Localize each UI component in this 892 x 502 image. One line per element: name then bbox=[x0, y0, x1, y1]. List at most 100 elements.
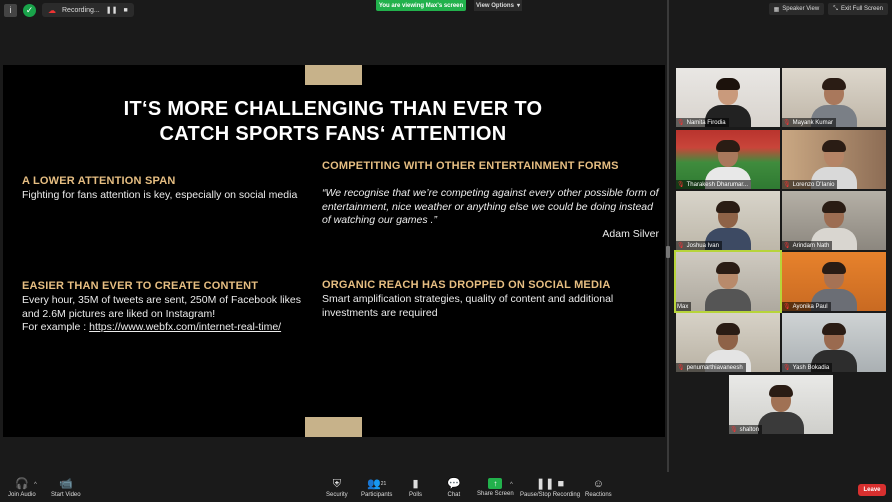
join-audio-label: Join Audio bbox=[8, 492, 36, 498]
webfx-link[interactable]: https://www.webfx.com/internet-real-time… bbox=[89, 321, 281, 333]
polls-label: Polls bbox=[409, 492, 423, 498]
mic-muted-icon: 🎙 bbox=[783, 304, 791, 310]
block2-author: Adam Silver bbox=[602, 228, 659, 240]
participant-name: Mayank Kumar bbox=[792, 119, 833, 126]
participant-video bbox=[703, 262, 753, 311]
video-tile[interactable]: 🎙 Mayank Kumar bbox=[782, 68, 886, 127]
recording-indicator: ☁ Recording... ❚❚ ■ bbox=[42, 3, 134, 17]
slide-title-line1: IT‘S MORE CHALLENGING THAN EVER TO bbox=[123, 98, 543, 120]
participant-name: Joshua Ivan bbox=[686, 242, 719, 249]
block3-body-line1: Every hour, 35M of tweets are sent, 250M… bbox=[22, 294, 301, 306]
video-tile[interactable]: 🎙 Ayonika Paul bbox=[782, 252, 886, 311]
mic-muted-icon: 🎙 bbox=[730, 427, 738, 433]
slide-title-line2: CATCH SPORTS FANS‘ ATTENTION bbox=[159, 123, 507, 145]
headphones-icon: 🎧 bbox=[15, 478, 29, 490]
participants-icon: 👥 21 bbox=[367, 478, 387, 490]
block1-heading: A LOWER ATTENTION SPAN bbox=[22, 175, 176, 187]
participant-name: Ayonika Paul bbox=[792, 303, 828, 310]
share-screen-button[interactable]: ↑ Share Screen bbox=[477, 478, 514, 497]
stop-recording-icon[interactable]: ■ bbox=[123, 7, 127, 14]
polls-button[interactable]: ▮ Polls bbox=[409, 478, 422, 498]
participant-name: Namita Firodia bbox=[686, 119, 726, 126]
video-tile[interactable]: 🎙 Yash Bokadia bbox=[782, 313, 886, 372]
start-video-button[interactable]: 📹 Start Video bbox=[51, 478, 81, 498]
video-tile[interactable]: 🎙 shalton bbox=[729, 375, 833, 434]
block1-body: Fighting for fans attention is key, espe… bbox=[22, 189, 298, 201]
shield-icon: ⛨ bbox=[332, 478, 341, 490]
pause-recording-icon[interactable]: ❚❚ bbox=[106, 6, 118, 14]
participant-name: Lorenzo D'Ianio bbox=[792, 181, 835, 188]
info-icon[interactable]: i bbox=[4, 3, 17, 17]
slide-title: IT‘S MORE CHALLENGING THAN EVER TO CATCH… bbox=[63, 97, 603, 147]
mic-muted-icon: 🎙 bbox=[677, 120, 685, 126]
slide-bottom-tab bbox=[305, 417, 362, 437]
participant-name: Arindam Nath bbox=[792, 242, 830, 249]
mic-muted-icon: 🎙 bbox=[783, 182, 791, 188]
participants-label: Participants bbox=[361, 492, 393, 498]
view-options-label: View Options bbox=[476, 2, 514, 9]
chevron-down-icon: ▾ bbox=[516, 3, 520, 9]
block3-body-line2: and 2.6M pictures are liked on Instagram… bbox=[22, 307, 216, 320]
top-left-controls: i ✓ ☁ Recording... ❚❚ ■ bbox=[4, 3, 134, 17]
block3-body: Every hour, 35M of tweets are sent, 250M… bbox=[22, 294, 322, 335]
video-off-icon: 📹 bbox=[58, 478, 73, 490]
video-tile[interactable]: 🎙 Lorenzo D'Ianio bbox=[782, 130, 886, 189]
participant-name: Max bbox=[677, 303, 689, 310]
participant-name: shalton bbox=[739, 426, 759, 433]
speaker-view-button[interactable]: ▦ Speaker View bbox=[768, 3, 825, 15]
start-video-label: Start Video bbox=[51, 492, 81, 498]
panel-divider bbox=[667, 0, 669, 472]
chevron-up-icon[interactable]: ^ bbox=[34, 482, 37, 488]
mic-muted-icon: 🎙 bbox=[783, 120, 791, 126]
video-tile-active-speaker[interactable]: Max bbox=[674, 250, 782, 313]
video-tile[interactable]: 🎙 Arindam Nath bbox=[782, 191, 886, 250]
participants-button[interactable]: 👥 21 Participants bbox=[361, 478, 392, 498]
share-screen-icon: ↑ bbox=[488, 478, 503, 489]
pause-stop-icon: ❚❚ ■ bbox=[535, 478, 565, 490]
top-right-controls: ▦ Speaker View ⤡ Exit Full Screen bbox=[768, 3, 888, 15]
bar-chart-icon: ▮ bbox=[412, 478, 419, 490]
participant-name: penumarthiavaneesh bbox=[686, 364, 743, 371]
pause-stop-recording-label: Pause/Stop Recording bbox=[520, 492, 581, 498]
viewing-banner: You are viewing Max's screen bbox=[376, 0, 466, 11]
block3-example: For example : https://www.webfx.com/inte… bbox=[22, 321, 322, 335]
share-screen-label: Share Screen bbox=[477, 491, 514, 497]
mic-muted-icon: 🎙 bbox=[783, 243, 791, 249]
reactions-label: Reactions bbox=[585, 492, 612, 498]
security-button[interactable]: ⛨ Security bbox=[326, 478, 348, 498]
mic-muted-icon: 🎙 bbox=[677, 243, 685, 249]
chat-button[interactable]: 💬 Chat bbox=[447, 478, 461, 498]
exit-full-screen-icon: ⤡ bbox=[833, 5, 838, 12]
slide-top-tab bbox=[305, 65, 362, 85]
exit-full-screen-button[interactable]: ⤡ Exit Full Screen bbox=[828, 3, 888, 15]
reactions-button[interactable]: ☺ Reactions bbox=[585, 478, 612, 498]
join-audio-button[interactable]: 🎧 Join Audio bbox=[8, 478, 36, 498]
shield-icon[interactable]: ✓ bbox=[23, 3, 36, 17]
chevron-up-icon[interactable]: ^ bbox=[510, 482, 513, 488]
smiley-icon: ☺ bbox=[592, 478, 604, 490]
speaker-view-icon: ▦ bbox=[773, 6, 780, 13]
speaker-view-label: Speaker View bbox=[782, 6, 820, 12]
video-tile[interactable]: 🎙 Joshua Ivan bbox=[676, 191, 780, 250]
recording-label: Recording... bbox=[62, 6, 100, 14]
top-bar: i ✓ ☁ Recording... ❚❚ ■ You are viewing … bbox=[0, 0, 892, 20]
leave-button[interactable]: Leave bbox=[858, 484, 886, 496]
chat-bubble-icon: 💬 bbox=[447, 478, 461, 490]
mic-muted-icon: 🎙 bbox=[677, 182, 685, 188]
block3-heading: EASIER THAN EVER TO CREATE CONTENT bbox=[22, 280, 259, 292]
video-tile[interactable]: 🎙 penumarthiavaneesh bbox=[676, 313, 780, 372]
block3-example-prefix: For example : bbox=[22, 321, 90, 333]
participant-video bbox=[756, 385, 806, 434]
view-options-button[interactable]: View Options ▾ bbox=[474, 0, 522, 11]
block2-quote: “We recognise that we’re competing again… bbox=[322, 187, 659, 226]
mic-muted-icon: 🎙 bbox=[783, 365, 791, 371]
video-tile[interactable]: 🎙 Namita Firodia bbox=[676, 68, 780, 127]
pause-stop-recording-button[interactable]: ❚❚ ■ Pause/Stop Recording bbox=[520, 478, 580, 498]
participant-name: Yash Bokadia bbox=[792, 364, 830, 371]
participants-count: 21 bbox=[380, 481, 387, 487]
chat-label: Chat bbox=[447, 492, 461, 498]
resize-handle[interactable] bbox=[666, 246, 670, 258]
security-label: Security bbox=[326, 492, 348, 498]
participant-name: Tharakesh Dharumar... bbox=[686, 181, 748, 188]
video-tile[interactable]: 🎙 Tharakesh Dharumar... bbox=[676, 130, 780, 189]
